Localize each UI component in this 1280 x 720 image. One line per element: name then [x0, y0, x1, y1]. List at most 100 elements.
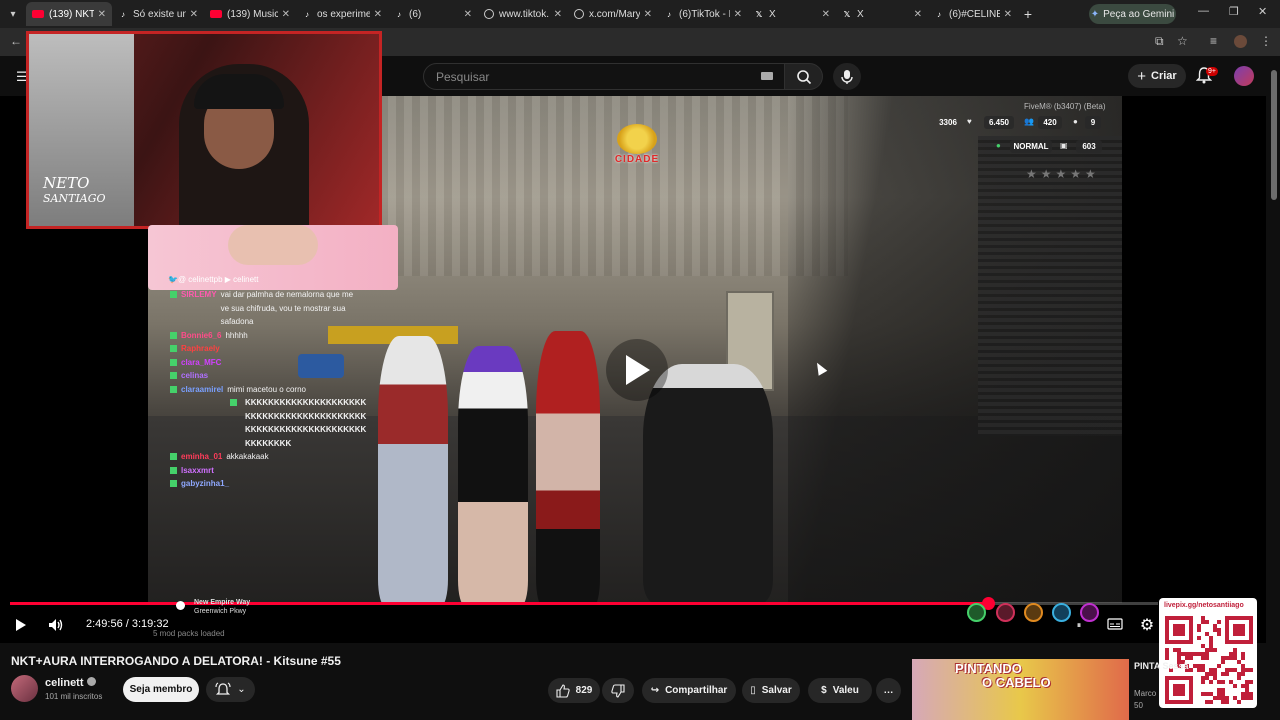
- browser-tab[interactable]: 𝕏 X ✕: [748, 2, 836, 26]
- keyboard-icon[interactable]: [761, 72, 773, 80]
- media-controls-icon[interactable]: ≡: [1210, 34, 1217, 48]
- qr-module: [1189, 668, 1193, 672]
- close-tab-icon[interactable]: ✕: [822, 9, 830, 20]
- qr-module: [1241, 696, 1245, 700]
- qr-module: [1213, 696, 1217, 700]
- qr-module: [1241, 684, 1245, 688]
- close-tab-icon[interactable]: ✕: [464, 9, 472, 20]
- browser-tab[interactable]: ♪ (6) ✕: [388, 2, 478, 26]
- chat-badge-icon: [170, 372, 177, 379]
- chat-text: hhhhh: [225, 330, 248, 340]
- save-button[interactable]: ▯ Salvar: [742, 678, 800, 703]
- close-tab-icon[interactable]: ✕: [282, 9, 290, 20]
- tab-title: (139) NKT+A: [49, 8, 94, 20]
- qr-module: [1241, 664, 1245, 668]
- video-title: NKT+AURA INTERROGANDO A DELATORA! - Kits…: [11, 654, 341, 668]
- channel-name[interactable]: celinett: [45, 677, 96, 689]
- close-tab-icon[interactable]: ✕: [374, 9, 382, 20]
- browser-tab[interactable]: ♪ (6)#CELINET ✕: [928, 2, 1018, 26]
- qr-module: [1217, 664, 1221, 668]
- qr-module: [1209, 648, 1213, 652]
- qr-module: [1201, 616, 1205, 620]
- autoplay-toggle[interactable]: ⏸: [1074, 620, 1084, 630]
- volume-button[interactable]: [46, 616, 66, 634]
- create-label: Criar: [1151, 70, 1177, 82]
- qr-module: [1217, 696, 1221, 700]
- search-button[interactable]: [785, 63, 823, 90]
- close-tab-icon[interactable]: ✕: [914, 9, 922, 20]
- back-icon[interactable]: ←: [10, 34, 22, 48]
- qr-module: [1237, 700, 1241, 704]
- close-tab-icon[interactable]: ✕: [190, 9, 198, 20]
- settings-gear-icon[interactable]: ⚙: [1138, 616, 1156, 634]
- play-button[interactable]: [12, 616, 30, 634]
- close-tab-icon[interactable]: ✕: [734, 9, 742, 20]
- qr-module: [1209, 668, 1213, 672]
- chat-username: Raphraely: [181, 344, 220, 353]
- account-avatar[interactable]: [1234, 66, 1254, 86]
- qr-module: [1217, 688, 1221, 692]
- browser-tab[interactable]: ♪ Só existe un ✕: [112, 2, 204, 26]
- center-play-button[interactable]: [606, 339, 668, 401]
- browser-tab[interactable]: ♪ (6)TikTok - M ✕: [658, 2, 748, 26]
- bell-ringing-icon: [215, 681, 231, 695]
- new-tab-button[interactable]: +: [1018, 6, 1038, 22]
- second-webcam: 🐦@ celinettpb ▶ celinett: [148, 225, 398, 290]
- dislike-button[interactable]: [602, 678, 634, 703]
- browser-tab[interactable]: 𝕏 X ✕: [836, 2, 928, 26]
- bookmark-star-icon[interactable]: ☆: [1177, 34, 1188, 48]
- channel-avatar[interactable]: [11, 675, 38, 702]
- close-tab-icon[interactable]: ✕: [98, 9, 106, 20]
- qr-module: [1221, 700, 1225, 704]
- close-tab-icon[interactable]: ✕: [554, 9, 562, 20]
- webcam-signature: NETO SANTIAGO: [43, 176, 106, 206]
- character-2: [458, 346, 528, 603]
- scrollbar-thumb[interactable]: [1271, 70, 1277, 200]
- close-window-icon[interactable]: ✕: [1258, 5, 1267, 18]
- thanks-button[interactable]: $ Valeu: [808, 678, 872, 703]
- browser-tab[interactable]: www.tiktok. ✕: [478, 2, 568, 26]
- subscribed-bell-button[interactable]: ⌄: [206, 677, 255, 702]
- more-menu-icon[interactable]: ⋮: [1260, 34, 1272, 48]
- maximize-icon[interactable]: ❐: [1229, 5, 1239, 18]
- recommended-video-title[interactable]: PINTA Sessã: [1134, 660, 1189, 672]
- search-input[interactable]: Pesquisar: [423, 63, 785, 90]
- share-button[interactable]: ↪ Compartilhar: [642, 678, 736, 703]
- qr-module: [1225, 656, 1229, 660]
- qr-module: [1213, 672, 1217, 676]
- more-actions-button[interactable]: …: [876, 678, 901, 703]
- qr-module: [1189, 656, 1193, 660]
- tab-search-button[interactable]: ▾: [0, 0, 26, 28]
- profile-avatar-icon[interactable]: [1234, 35, 1247, 48]
- qr-module: [1205, 620, 1209, 624]
- close-tab-icon[interactable]: ✕: [1004, 9, 1012, 20]
- gemini-button[interactable]: ✦ Peça ao Gemini: [1089, 4, 1176, 24]
- install-app-icon[interactable]: ⧉: [1155, 34, 1164, 49]
- qr-module: [1225, 696, 1229, 700]
- chat-text: akkakakaak: [226, 452, 269, 461]
- hud-ammo: 603: [1076, 140, 1102, 153]
- join-button[interactable]: Seja membro: [123, 677, 199, 702]
- browser-tab[interactable]: (139) Music ✕: [204, 2, 296, 26]
- qr-module: [1173, 684, 1185, 696]
- browser-tab[interactable]: ♪ os experime ✕: [296, 2, 388, 26]
- create-button[interactable]: + Criar: [1128, 64, 1186, 88]
- chat-username: Bonnie6_6: [181, 330, 222, 340]
- subtitles-button[interactable]: [1106, 617, 1124, 631]
- close-tab-icon[interactable]: ✕: [644, 9, 652, 20]
- minimize-icon[interactable]: —: [1198, 5, 1209, 17]
- qr-module: [1233, 684, 1237, 688]
- thumbs-up-icon: [556, 683, 570, 698]
- share-icon: ↪: [650, 685, 660, 696]
- browser-tab[interactable]: x.com/Mary ✕: [568, 2, 658, 26]
- heart-icon: ♥: [967, 117, 972, 126]
- browser-tab[interactable]: (139) NKT+A ✕: [26, 2, 112, 26]
- qr-module: [1217, 632, 1221, 636]
- like-button[interactable]: 829: [548, 678, 600, 703]
- channel-name-text[interactable]: celinett: [45, 677, 84, 689]
- players-icon: 👥: [1024, 117, 1034, 126]
- recommended-video-thumbnail[interactable]: PINTANDO O CABELO: [912, 659, 1129, 720]
- voice-search-button[interactable]: [833, 63, 861, 90]
- qr-module: [1177, 652, 1181, 656]
- search-icon: [796, 69, 811, 84]
